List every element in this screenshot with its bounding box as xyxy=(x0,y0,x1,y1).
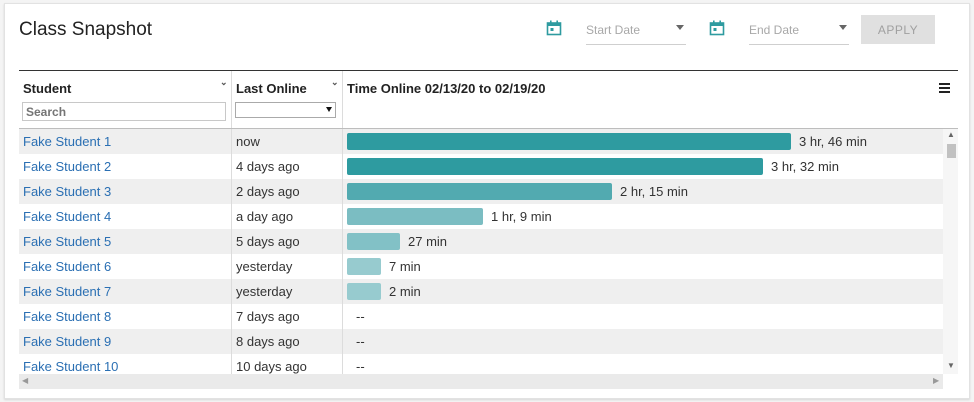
time-online-bar xyxy=(347,158,763,175)
table-row: Fake Student 9 8 days ago -- xyxy=(19,329,943,354)
last-online-value: 4 days ago xyxy=(236,159,300,174)
start-date-placeholder: Start Date xyxy=(586,23,641,37)
apply-button[interactable]: APPLY xyxy=(861,15,935,44)
student-link[interactable]: Fake Student 8 xyxy=(23,309,111,324)
time-online-label: 3 hr, 32 min xyxy=(771,159,839,174)
table-row: Fake Student 10 10 days ago -- xyxy=(19,354,943,374)
grid-header: Student ⌄ Last Online ⌄ Time Online 02/1… xyxy=(19,71,958,129)
time-online-label: 7 min xyxy=(389,259,421,274)
last-online-value: now xyxy=(236,134,260,149)
student-link[interactable]: Fake Student 4 xyxy=(23,209,111,224)
time-online-bar xyxy=(347,233,400,250)
student-link[interactable]: Fake Student 1 xyxy=(23,134,111,149)
chevron-down-icon xyxy=(326,107,332,112)
last-online-value: 7 days ago xyxy=(236,309,300,324)
table-row: Fake Student 5 5 days ago 27 min xyxy=(19,229,943,254)
last-online-filter-select[interactable] xyxy=(235,102,336,118)
student-link[interactable]: Fake Student 6 xyxy=(23,259,111,274)
last-online-value: 2 days ago xyxy=(236,184,300,199)
time-online-label: 1 hr, 9 min xyxy=(491,209,552,224)
table-row: Fake Student 2 4 days ago 3 hr, 32 min xyxy=(19,154,943,179)
time-online-bar xyxy=(347,133,791,150)
last-online-value: 5 days ago xyxy=(236,234,300,249)
column-label-last-online: Last Online xyxy=(236,81,307,96)
scroll-right-icon[interactable]: ▶ xyxy=(933,376,939,385)
time-online-bar xyxy=(347,208,483,225)
table-row: Fake Student 7 yesterday 2 min xyxy=(19,279,943,304)
class-snapshot-card: Class Snapshot Start Date End Date APPLY… xyxy=(4,3,970,399)
time-online-bar xyxy=(347,283,381,300)
time-online-bar xyxy=(347,183,612,200)
student-link[interactable]: Fake Student 7 xyxy=(23,284,111,299)
table-row: Fake Student 4 a day ago 1 hr, 9 min xyxy=(19,204,943,229)
table-row: Fake Student 3 2 days ago 2 hr, 15 min xyxy=(19,179,943,204)
calendar-icon[interactable] xyxy=(546,20,562,36)
end-date-field[interactable]: End Date xyxy=(749,20,849,45)
calendar-icon[interactable] xyxy=(709,20,725,36)
time-online-label: -- xyxy=(356,359,365,374)
chevron-down-icon xyxy=(839,25,847,30)
student-link[interactable]: Fake Student 3 xyxy=(23,184,111,199)
chevron-down-icon xyxy=(676,25,684,30)
time-online-bar xyxy=(347,258,381,275)
student-search-input[interactable] xyxy=(22,102,226,121)
table-row: Fake Student 8 7 days ago -- xyxy=(19,304,943,329)
student-link[interactable]: Fake Student 5 xyxy=(23,234,111,249)
column-header-time-online[interactable]: Time Online 02/13/20 to 02/19/20 xyxy=(343,71,958,128)
vertical-scrollbar[interactable]: ▲ ▼ xyxy=(943,129,958,374)
last-online-value: yesterday xyxy=(236,259,293,274)
time-online-label: -- xyxy=(356,309,365,324)
column-label-student: Student xyxy=(23,81,72,96)
student-link[interactable]: Fake Student 10 xyxy=(23,359,118,374)
student-link[interactable]: Fake Student 2 xyxy=(23,159,111,174)
column-divider xyxy=(231,129,232,374)
students-grid: Student ⌄ Last Online ⌄ Time Online 02/1… xyxy=(19,70,958,389)
scrollbar-thumb[interactable] xyxy=(947,144,956,158)
scroll-left-icon[interactable]: ◀ xyxy=(22,376,28,385)
horizontal-scrollbar[interactable]: ◀ ▶ xyxy=(19,374,943,389)
hamburger-menu-icon[interactable] xyxy=(939,83,950,95)
column-label-time-online: Time Online 02/13/20 to 02/19/20 xyxy=(347,81,546,96)
column-divider xyxy=(342,129,343,374)
chevron-down-icon[interactable]: ⌄ xyxy=(331,77,339,88)
student-link[interactable]: Fake Student 9 xyxy=(23,334,111,349)
time-online-label: 2 min xyxy=(389,284,421,299)
table-row: Fake Student 6 yesterday 7 min xyxy=(19,254,943,279)
time-online-label: 2 hr, 15 min xyxy=(620,184,688,199)
time-online-label: 27 min xyxy=(408,234,448,249)
last-online-value: yesterday xyxy=(236,284,293,299)
table-row: Fake Student 1 now 3 hr, 46 min xyxy=(19,129,943,154)
scroll-up-icon[interactable]: ▲ xyxy=(947,130,955,139)
chevron-down-icon[interactable]: ⌄ xyxy=(220,77,228,88)
scroll-down-icon[interactable]: ▼ xyxy=(947,361,955,370)
time-online-label: 3 hr, 46 min xyxy=(799,134,867,149)
end-date-placeholder: End Date xyxy=(749,23,800,37)
grid-body: Fake Student 1 now 3 hr, 46 min Fake Studen… xyxy=(19,129,943,374)
column-header-last-online[interactable]: Last Online ⌄ xyxy=(232,71,342,128)
last-online-value: a day ago xyxy=(236,209,294,224)
page-title: Class Snapshot xyxy=(19,19,153,40)
last-online-value: 10 days ago xyxy=(236,359,307,374)
start-date-field[interactable]: Start Date xyxy=(586,20,686,45)
time-online-label: -- xyxy=(356,334,365,349)
last-online-value: 8 days ago xyxy=(236,334,300,349)
column-header-student[interactable]: Student ⌄ xyxy=(19,71,231,128)
